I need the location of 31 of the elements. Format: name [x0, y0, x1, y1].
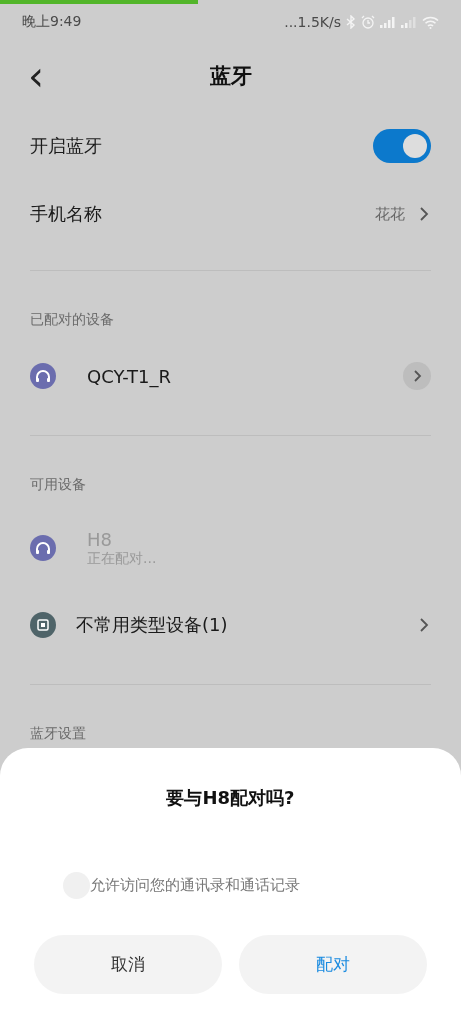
- device-row[interactable]: 不常用类型设备(1): [0, 590, 461, 660]
- device-name: QCY-T1_R: [87, 365, 173, 387]
- setting-label: 手机名称: [30, 202, 103, 226]
- setting-row[interactable]: 手机名称 花花: [0, 180, 461, 248]
- status-time: 晚上9:49: [22, 13, 82, 31]
- setting-label: 开启蓝牙: [30, 134, 103, 158]
- section-title: 可用设备: [30, 475, 86, 494]
- wifi-icon: [422, 15, 439, 29]
- setting-value: 花花: [375, 204, 405, 224]
- alarm-icon: [361, 15, 375, 29]
- signal-icon: [380, 16, 396, 28]
- cancel-button[interactable]: 取消: [34, 935, 222, 994]
- toggle-switch[interactable]: [373, 129, 431, 163]
- device-row[interactable]: QCY-T1_R: [0, 341, 461, 411]
- device-icon: [30, 612, 56, 638]
- page-title: 蓝牙: [209, 63, 252, 90]
- signal-icon: [401, 16, 417, 28]
- chevron-icon: [417, 205, 431, 223]
- bluetooth-icon: [346, 15, 356, 29]
- chevron-icon: [417, 616, 431, 634]
- section-title: 已配对的设备: [30, 310, 114, 329]
- setting-row[interactable]: 开启蓝牙: [0, 112, 461, 180]
- checkbox-label: 允许访问您的通讯录和通话记录: [90, 876, 300, 895]
- back-button[interactable]: ‹: [22, 58, 50, 94]
- network-speed: ...1.5K/s: [284, 14, 341, 30]
- headset-icon: [30, 363, 56, 389]
- chevron-icon[interactable]: [403, 362, 431, 390]
- headset-icon: [30, 535, 56, 561]
- section-title: 蓝牙设置: [30, 724, 86, 743]
- dialog-title: 要与H8配对吗?: [166, 786, 295, 810]
- device-name: 不常用类型设备(1): [76, 613, 229, 637]
